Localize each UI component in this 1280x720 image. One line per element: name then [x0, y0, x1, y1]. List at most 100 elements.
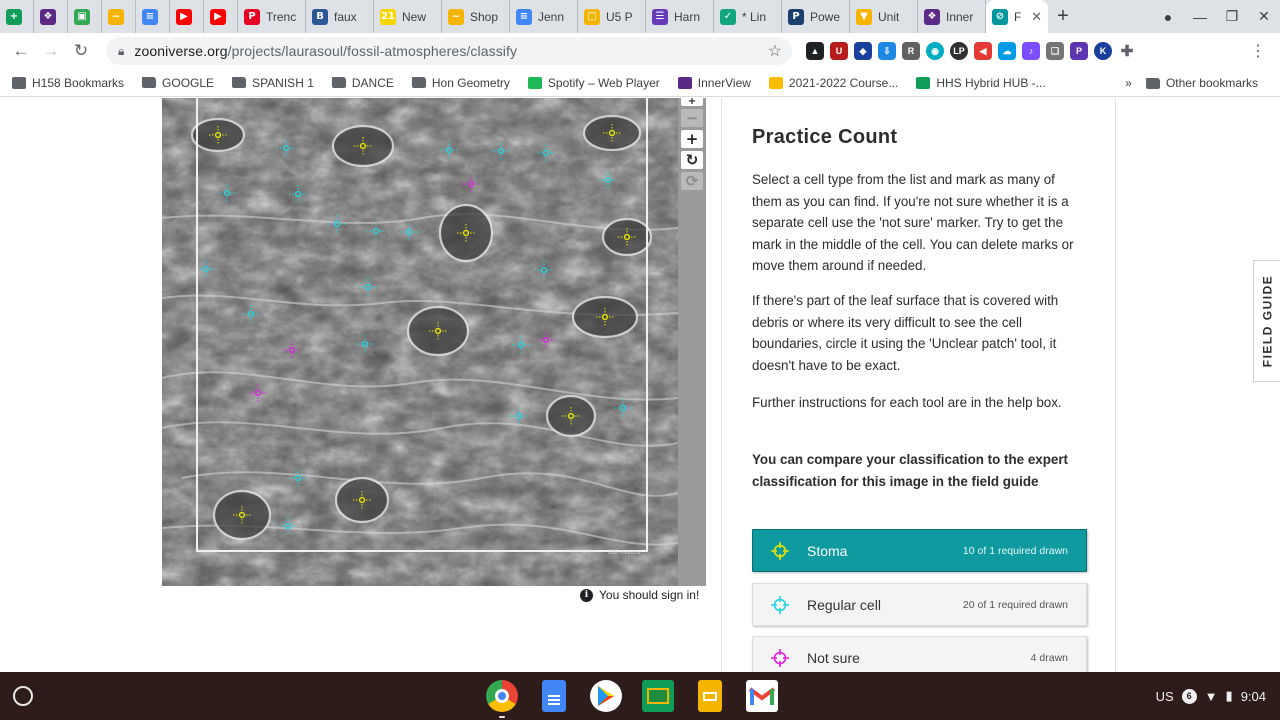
sign-in-notice[interactable]: i You should sign in!	[580, 588, 699, 602]
tool-option-count: 4 drawn	[1030, 651, 1068, 664]
play-store-app-icon[interactable]	[590, 680, 622, 712]
extension-icon[interactable]: K	[1094, 42, 1112, 60]
back-button[interactable]: ←	[6, 36, 36, 66]
tab-favicon-icon: ❖	[40, 8, 56, 25]
browser-tab[interactable]: +	[0, 0, 34, 33]
extensions-puzzle-icon[interactable]: ✚	[1118, 42, 1136, 60]
field-guide-tab[interactable]: FIELD GUIDE	[1253, 260, 1280, 382]
subject-image-viewer[interactable]: 100 microns	[162, 98, 678, 586]
browser-tab[interactable]: ≡ Jenn	[510, 0, 578, 33]
zoom-out-button[interactable]: −	[681, 109, 703, 127]
bookmark-item[interactable]: Spotify – Web Player	[527, 76, 660, 90]
browser-tab[interactable]: ≡	[136, 0, 170, 33]
tab-favicon-icon: P	[788, 8, 804, 25]
extension-icon[interactable]: ☁	[998, 42, 1016, 60]
browser-tab[interactable]: ❖ Inner	[918, 0, 986, 33]
reset-view-button[interactable]: ↻	[681, 151, 703, 169]
browser-tab[interactable]: ~ Shop	[442, 0, 510, 33]
restore-icon[interactable]: ❐	[1216, 8, 1248, 25]
extension-icon[interactable]: ❏	[1046, 42, 1064, 60]
browser-tab[interactable]: ▶	[204, 0, 238, 33]
tab-favicon-icon: ☰	[652, 8, 668, 25]
chrome-app-icon[interactable]	[486, 680, 518, 718]
tool-option-not-sure[interactable]: Not sure 4 drawn	[752, 636, 1087, 672]
browser-tab[interactable]: ▣	[68, 0, 102, 33]
extension-icon[interactable]: ◆	[854, 42, 872, 60]
browser-tab[interactable]: ☰ Harn	[646, 0, 714, 33]
input-locale: US	[1155, 688, 1174, 704]
tool-option-stoma[interactable]: Stoma 10 of 1 required drawn	[752, 529, 1087, 572]
browser-tab[interactable]: ~	[102, 0, 136, 33]
classroom-app-icon[interactable]	[642, 680, 674, 712]
bookmarks-overflow-button[interactable]: »	[1125, 76, 1132, 90]
slides-app-icon[interactable]	[698, 680, 722, 712]
extension-icon[interactable]: ▲	[806, 42, 824, 60]
extension-icon[interactable]: P	[1070, 42, 1088, 60]
profile-dropdown-icon[interactable]: ●	[1152, 9, 1184, 25]
bookmark-favicon-icon	[916, 76, 931, 89]
bookmark-label: GOOGLE	[162, 75, 215, 90]
browser-tab[interactable]: ❖	[34, 0, 68, 33]
pan-tool-button[interactable]: +	[681, 98, 703, 106]
browser-tab[interactable]: P Trenc	[238, 0, 306, 33]
browser-tab-active[interactable]: ⊘ F ✕	[986, 0, 1048, 33]
bookmark-item[interactable]: SPANISH 1	[232, 76, 314, 90]
bookmark-item[interactable]: HHS Hybrid HUB -...	[916, 76, 1046, 90]
bookmark-label: 2021-2022 Course...	[788, 75, 899, 90]
info-icon: i	[580, 588, 593, 602]
minimize-icon[interactable]: —	[1184, 9, 1216, 25]
address-bar[interactable]: 🔒︎ zooniverse.org/projects/laurasoul/fos…	[106, 37, 792, 65]
rotate-button[interactable]: ⟳	[681, 172, 703, 190]
zoom-in-button[interactable]: +	[681, 130, 703, 148]
browser-tab[interactable]: ▶	[170, 0, 204, 33]
bookmark-item[interactable]: GOOGLE	[142, 76, 214, 90]
bookmark-list: H158 Bookmarks GOOGLE SPANISH 1 DANCE Hon Ge…	[12, 76, 1046, 90]
bookmark-label: DANCE	[351, 75, 394, 90]
bookmarks-right: » Other bookmarks	[1125, 69, 1258, 97]
tool-option-regular-cell[interactable]: Regular cell 20 of 1 required drawn	[752, 583, 1087, 626]
browser-toolbar: ← → ↻ 🔒︎ zooniverse.org/projects/lauraso…	[0, 33, 1280, 69]
crosshair-icon	[771, 541, 789, 560]
extension-icon[interactable]: ♪	[1022, 42, 1040, 60]
bookmark-item[interactable]: H158 Bookmarks	[12, 76, 124, 90]
bookmark-item[interactable]: InnerView	[677, 76, 751, 90]
browser-tab[interactable]: □ U5 P	[578, 0, 646, 33]
tab-favicon-icon: B	[312, 8, 328, 25]
bookmark-item[interactable]: 2021-2022 Course...	[768, 75, 899, 90]
tab-favicon-icon: ✓	[720, 8, 736, 25]
browser-tab[interactable]: P Powe	[782, 0, 850, 33]
browser-tab[interactable]: Bfaux	[306, 0, 374, 33]
extension-icon[interactable]: ◉	[926, 42, 944, 60]
tab-favicon-icon: ▼	[856, 8, 872, 25]
extension-icon[interactable]: ⇩	[878, 42, 896, 60]
extension-icon[interactable]: LP	[950, 42, 968, 60]
other-bookmarks[interactable]: Other bookmarks	[1145, 76, 1258, 90]
browser-tab[interactable]: ✓ * Lin	[714, 0, 782, 33]
reload-button[interactable]: ↻	[66, 36, 96, 66]
tab-title: Harn	[674, 9, 701, 24]
forward-button[interactable]: →	[36, 36, 66, 66]
browser-menu-icon[interactable]: ⋮	[1250, 41, 1266, 61]
bookmark-item[interactable]: DANCE	[331, 75, 394, 90]
browser-tab[interactable]: 21 New	[374, 0, 442, 33]
close-tab-icon[interactable]: ✕	[1031, 9, 1042, 25]
bookmark-favicon-icon	[677, 76, 692, 89]
bookmark-star-icon[interactable]: ☆	[768, 41, 782, 61]
extension-icon[interactable]: ◀	[974, 42, 992, 60]
extension-icon[interactable]: U	[830, 42, 848, 60]
extension-icon[interactable]: R	[902, 42, 920, 60]
tab-favicon-icon: ❖	[924, 8, 940, 25]
new-tab-button[interactable]: +	[1048, 0, 1078, 33]
docs-app-icon[interactable]	[542, 680, 566, 712]
leaf-micrograph[interactable]	[162, 98, 678, 586]
gmail-app-icon[interactable]	[746, 680, 778, 712]
tab-favicon-icon: ~	[108, 8, 124, 25]
browser-tab[interactable]: ▼ Unit	[850, 0, 918, 33]
close-window-icon[interactable]: ✕	[1248, 8, 1280, 25]
compare-note: You can compare your classification to t…	[752, 452, 1069, 489]
task-instructions-3: Further instructions for each tool are i…	[752, 395, 1062, 410]
task-instructions-1: Select a cell type from the list and mar…	[752, 172, 1074, 274]
bookmark-item[interactable]: Hon Geometry	[411, 76, 510, 90]
status-tray[interactable]: US 6 ▼ ▮ 9:04	[1156, 684, 1266, 708]
launcher-icon[interactable]	[13, 686, 33, 706]
